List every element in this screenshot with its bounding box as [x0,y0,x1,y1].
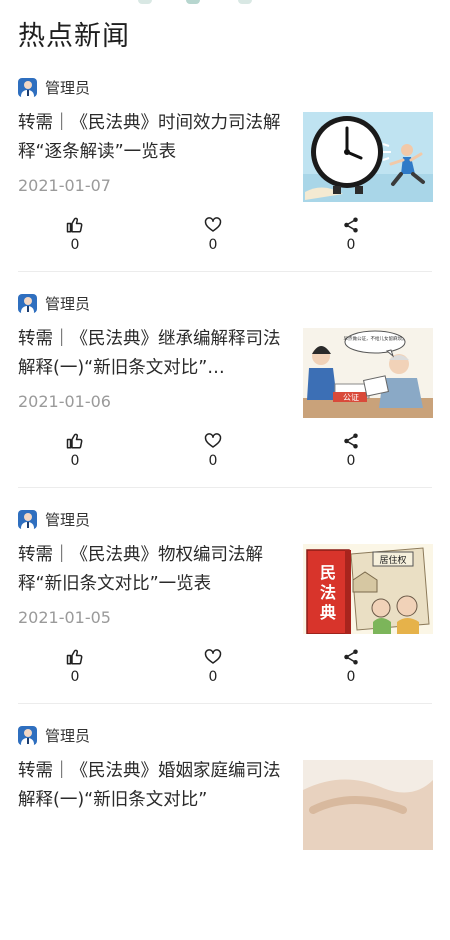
favorite-count: 0 [208,453,218,469]
favorite-count: 0 [208,669,218,685]
divider [18,271,432,272]
svg-text:居住权: 居住权 [379,554,406,566]
favorite-button[interactable]: 0 [193,648,233,686]
svg-text:公证: 公证 [343,393,359,402]
notary-office-image: 公证 早点做公证，不给儿女留麻烦。 [303,328,433,418]
status-indicator [238,0,252,4]
hands-image [303,760,433,850]
article-date: 2021-01-06 [18,392,111,411]
author-name: 管理员 [45,726,91,745]
article-thumbnail[interactable]: 公证 早点做公证，不给儿女留麻烦。 [303,328,433,418]
favorite-button[interactable]: 0 [193,432,233,470]
share-icon [344,649,358,665]
article-title[interactable]: 转需｜《民法典》婚姻家庭编司法解释(一)“新旧条文对比” [18,757,286,815]
heart-icon [204,433,222,448]
svg-text:早点做公证，不给儿女留麻烦。: 早点做公证，不给儿女留麻烦。 [344,335,407,342]
action-bar: 0 0 0 [0,648,450,688]
share-button[interactable]: 0 [331,432,371,470]
avatar [18,725,37,745]
civil-code-book-image: 居住权 民 法 典 [303,544,433,634]
divider [18,703,432,704]
share-icon [344,433,358,449]
clock-running-man-image [303,112,433,202]
share-button[interactable]: 0 [331,216,371,254]
page-title: 热点新闻 [18,21,130,52]
news-item[interactable]: 管理员 转需｜《民法典》物权编司法解释“新旧条文对比”一览表 2021-01-0… [0,508,450,724]
author-name: 管理员 [45,294,91,313]
article-thumbnail[interactable] [303,112,433,202]
article-date: 2021-01-05 [18,608,111,627]
svg-text:典: 典 [320,603,336,622]
status-bar-remnant [0,0,450,8]
thumbs-up-icon [66,649,83,665]
avatar [18,77,37,97]
like-button[interactable]: 0 [55,648,95,686]
article-thumbnail[interactable] [303,760,433,850]
like-count: 0 [70,669,80,685]
author-row: 管理员 [18,292,90,314]
svg-text:法: 法 [320,583,336,602]
author-name: 管理员 [45,510,91,529]
svg-text:民: 民 [320,563,336,582]
author-row: 管理员 [18,76,90,98]
favorite-count: 0 [208,237,218,253]
article-thumbnail[interactable]: 居住权 民 法 典 [303,544,433,634]
share-count: 0 [346,669,356,685]
like-button[interactable]: 0 [55,216,95,254]
share-button[interactable]: 0 [331,648,371,686]
status-indicator [186,0,200,4]
heart-icon [204,649,222,664]
action-bar: 0 0 0 [0,432,450,472]
article-title[interactable]: 转需｜《民法典》继承编解释司法解释(一)“新旧条文对比”… [18,325,286,383]
status-indicator [138,0,152,4]
action-bar: 0 0 0 [0,216,450,256]
divider [18,487,432,488]
avatar [18,509,37,529]
article-title[interactable]: 转需｜《民法典》时间效力司法解释“逐条解读”一览表 [18,109,286,167]
share-count: 0 [346,453,356,469]
like-count: 0 [70,453,80,469]
news-item[interactable]: 管理员 转需｜《民法典》继承编解释司法解释(一)“新旧条文对比”… 2021-0… [0,292,450,508]
news-item[interactable]: 管理员 转需｜《民法典》时间效力司法解释“逐条解读”一览表 2021-01-07… [0,76,450,292]
thumbs-up-icon [66,217,83,233]
like-count: 0 [70,237,80,253]
share-icon [344,217,358,233]
author-row: 管理员 [18,508,90,530]
share-count: 0 [346,237,356,253]
avatar [18,293,37,313]
like-button[interactable]: 0 [55,432,95,470]
favorite-button[interactable]: 0 [193,216,233,254]
thumbs-up-icon [66,433,83,449]
heart-icon [204,217,222,232]
author-name: 管理员 [45,78,91,97]
article-date: 2021-01-07 [18,176,111,195]
article-title[interactable]: 转需｜《民法典》物权编司法解释“新旧条文对比”一览表 [18,541,286,599]
news-item[interactable]: 管理员 转需｜《民法典》婚姻家庭编司法解释(一)“新旧条文对比” [0,724,450,940]
author-row: 管理员 [18,724,90,746]
